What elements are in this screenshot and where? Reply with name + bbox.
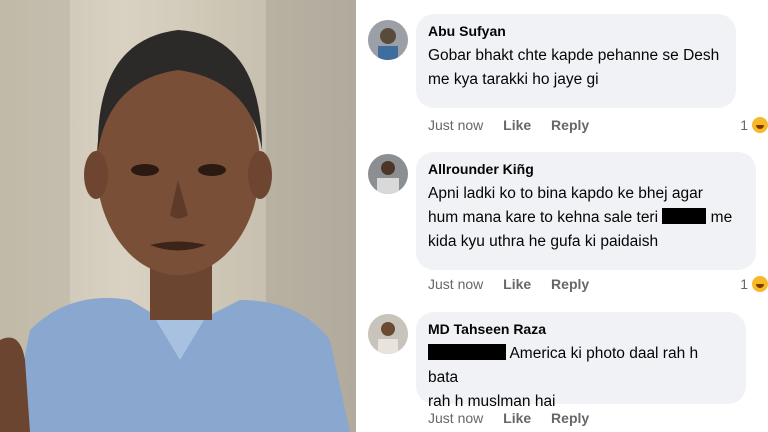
comment-text: America ki photo daal rah h bata rah h m… (428, 342, 732, 414)
comment-line: hum mana kare to kehna sale teri me (428, 206, 742, 230)
comment-line: Apni ladki ko to bina kapdo ke bhej agar (428, 185, 703, 202)
reaction-summary[interactable]: 1 (740, 117, 768, 133)
redaction-bar (428, 344, 506, 360)
like-button[interactable]: Like (503, 276, 531, 292)
avatar[interactable] (368, 20, 408, 60)
comment-line: kida kyu uthra he gufa ki paidaish (428, 233, 659, 250)
comment-author[interactable]: Allrounder Kiñg (428, 160, 742, 178)
comments-panel: Abu Sufyan Gobar bhakt chte kapde pehann… (356, 0, 768, 432)
comment-text: Apni ladki ko to bina kapdo ke bhej agar… (428, 182, 742, 254)
comment-item: Abu Sufyan Gobar bhakt chte kapde pehann… (356, 0, 768, 140)
person-illustration (0, 30, 350, 432)
comment-bubble: Abu Sufyan Gobar bhakt chte kapde pehann… (416, 14, 736, 108)
comment-item: Allrounder Kiñg Apni ladki ko to bina ka… (356, 148, 768, 298)
like-button[interactable]: Like (503, 410, 531, 426)
comment-author[interactable]: MD Tahseen Raza (428, 320, 732, 338)
comment-fragment: hum mana kare to kehna sale teri (428, 209, 659, 226)
comment-text: Gobar bhakt chte kapde pehanne se Desh m… (428, 44, 722, 92)
person-photo (0, 0, 356, 432)
comment-line: America ki photo daal rah h bata (428, 342, 732, 390)
comment-time[interactable]: Just now (428, 276, 483, 292)
reply-button[interactable]: Reply (551, 410, 589, 426)
redaction-bar (662, 208, 707, 224)
comment-time[interactable]: Just now (428, 410, 483, 426)
reaction-summary[interactable]: 1 (740, 276, 768, 292)
comment-actions: Just now Like Reply (428, 117, 605, 133)
reaction-count: 1 (740, 117, 748, 133)
comment-time[interactable]: Just now (428, 117, 483, 133)
avatar[interactable] (368, 154, 408, 194)
reply-button[interactable]: Reply (551, 276, 589, 292)
comment-actions: Just now Like Reply (428, 276, 605, 292)
comment-bubble: MD Tahseen Raza America ki photo daal ra… (416, 312, 746, 410)
comment-item: MD Tahseen Raza America ki photo daal ra… (356, 306, 768, 432)
comment-fragment: me (710, 209, 733, 226)
haha-icon (752, 276, 768, 292)
comment-line: Gobar bhakt chte kapde pehanne se Desh (428, 47, 720, 64)
comment-line: me kya tarakki ho jaye gi (428, 71, 599, 88)
comment-bubble: Allrounder Kiñg Apni ladki ko to bina ka… (416, 152, 756, 270)
comment-actions: Just now Like Reply (428, 410, 605, 426)
haha-icon (752, 117, 768, 133)
reaction-count: 1 (740, 276, 748, 292)
reply-button[interactable]: Reply (551, 117, 589, 133)
like-button[interactable]: Like (503, 117, 531, 133)
comment-author[interactable]: Abu Sufyan (428, 22, 722, 40)
avatar[interactable] (368, 314, 408, 354)
